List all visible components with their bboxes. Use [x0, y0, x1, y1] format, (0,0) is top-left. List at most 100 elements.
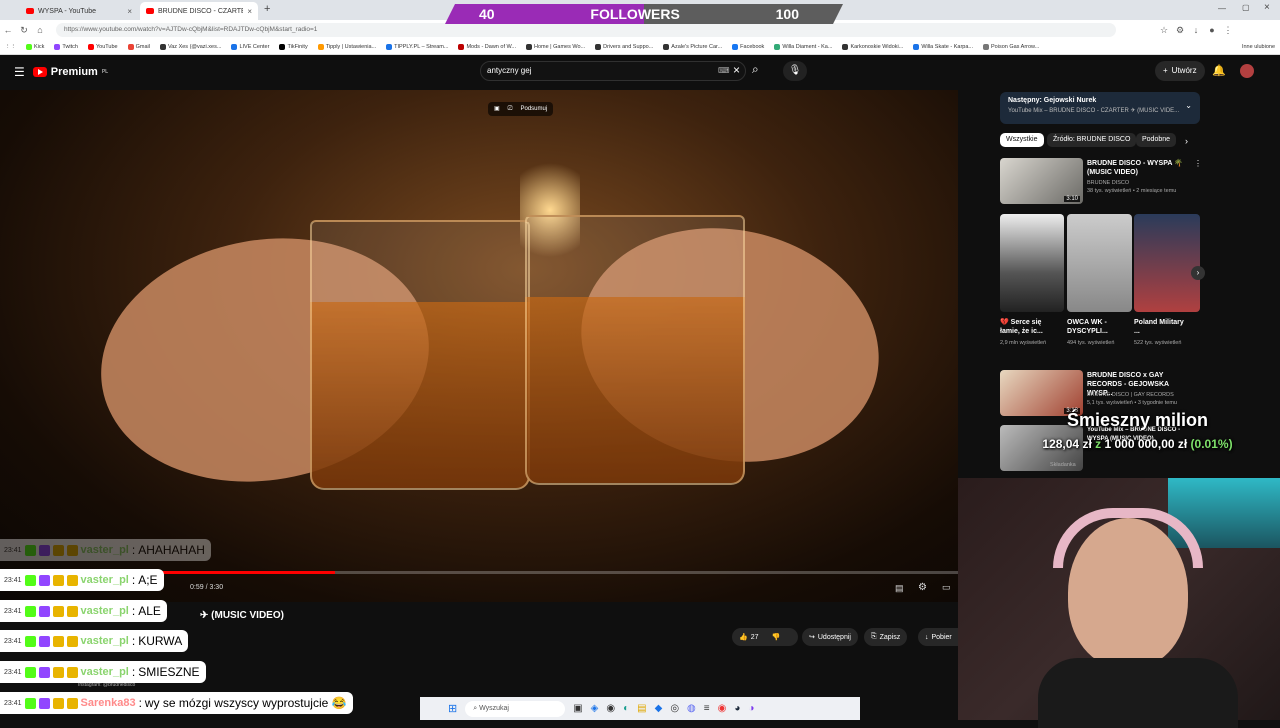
edge-icon[interactable]: ◐	[623, 703, 629, 714]
discord-icon[interactable]: ◍	[687, 703, 696, 714]
mic-icon[interactable]: 🎙	[783, 61, 807, 81]
chat-separator: :	[131, 634, 136, 648]
shorts-next-icon[interactable]: ›	[1191, 266, 1205, 280]
channel-name[interactable]: BRUDNE DISCO | GAY RECORDS	[1087, 392, 1174, 399]
bookmark-item[interactable]: Mods - Dawn of W...	[453, 44, 521, 50]
more-options-icon[interactable]: ⋮	[1194, 159, 1202, 168]
taskbar-search-input[interactable]: ⌕ Wyszukaj	[465, 700, 566, 717]
video-player[interactable]: ▣ ⎚ Podsumuj	[0, 90, 958, 602]
chat-separator: :	[131, 573, 136, 587]
chip-source[interactable]: Źródło: BRUDNE DISCO	[1047, 133, 1137, 147]
bookmark-item[interactable]: TIPPLY.PL – Stream...	[381, 44, 453, 50]
youtube-logo[interactable]: Premium PL	[32, 66, 108, 78]
like-icon[interactable]: 👍	[739, 633, 748, 641]
theater-mode-icon[interactable]: ▭	[942, 582, 951, 593]
followers-goal: 100	[775, 6, 799, 22]
summarize-button[interactable]: Podsumuj	[520, 102, 547, 116]
bookmark-item[interactable]: TikFinity	[274, 44, 312, 50]
window-minimize-icon[interactable]: —	[1218, 4, 1226, 13]
clear-search-icon[interactable]: ×	[733, 63, 740, 77]
tab-close-icon[interactable]: ×	[247, 7, 252, 16]
chevron-down-icon[interactable]: ⌄	[1185, 101, 1192, 110]
search-input[interactable]: antyczny gej	[480, 61, 746, 81]
chip-similar[interactable]: Podobne	[1136, 133, 1177, 147]
share-button[interactable]: ↪ Udostępnij	[802, 628, 858, 646]
short-thumbnail[interactable]	[1134, 214, 1200, 312]
up-next-panel[interactable]: Następny: Gejowski Nurek YouTube Mix – B…	[1000, 92, 1200, 124]
bookmark-item[interactable]: Vaz Xes (@vazi.xes...	[155, 44, 226, 50]
search-icon[interactable]: ⌕	[752, 62, 759, 77]
menu-icon[interactable]: ⋮	[1220, 25, 1236, 36]
avatar[interactable]	[1240, 64, 1254, 78]
profile-icon[interactable]: ●	[1204, 25, 1220, 35]
back-icon[interactable]: ←	[0, 25, 16, 35]
video-title[interactable]: BRUDNE DISCO - WYSPA 🌴 (MUSIC VIDEO)	[1087, 159, 1191, 177]
apps-grid-icon[interactable]: ⋮⋮	[0, 44, 21, 50]
extensions-icon[interactable]: ⚙	[1172, 25, 1188, 36]
hamburger-menu-icon[interactable]: ☰	[14, 65, 25, 79]
bookmark-item[interactable]: Willa Skate - Karpa...	[908, 44, 978, 50]
window-close-icon[interactable]: ×	[1264, 2, 1270, 13]
tab-close-icon[interactable]: ×	[127, 7, 132, 16]
short-thumbnail[interactable]	[1000, 214, 1064, 312]
app-icon[interactable]: ◉	[606, 703, 615, 714]
window-maximize-icon[interactable]: ▢	[1242, 3, 1250, 12]
miniplayer-icon[interactable]: ▣	[494, 102, 500, 116]
chip-all[interactable]: Wszystkie	[1000, 133, 1044, 147]
dislike-icon[interactable]: 👎	[772, 633, 781, 641]
short-title[interactable]: OWCA WK - DYSCYPLI...	[1067, 318, 1119, 336]
bookmark-item[interactable]: Home | Games Wo...	[521, 44, 590, 50]
bookmark-item[interactable]: Poison Gas Arrow...	[978, 44, 1044, 50]
file-explorer-icon[interactable]: ▤	[637, 703, 646, 714]
download-button[interactable]: ↓ Pobier	[918, 628, 958, 646]
bookmark-item[interactable]: YouTube	[83, 44, 123, 50]
like-dislike-group[interactable]: 👍 27 👎	[732, 628, 798, 646]
channel-name[interactable]: BRUDNE DISCO	[1087, 180, 1129, 187]
bookmark-item[interactable]: Azale's Picture Car...	[658, 44, 727, 50]
bookmark-item[interactable]: Kick	[21, 44, 49, 50]
video-thumbnail[interactable]: 3:10	[1000, 158, 1083, 204]
taskbar-search-placeholder: Wyszukaj	[479, 704, 509, 712]
download-icon[interactable]: ↓	[1188, 25, 1204, 35]
keyboard-icon[interactable]: ⌨	[718, 66, 730, 75]
app-icon[interactable]: ◎	[670, 703, 679, 714]
chat-badge-icon	[24, 666, 36, 678]
bookmark-item[interactable]: Twitch	[49, 44, 83, 50]
settings-gear-icon[interactable]: ⚙	[918, 582, 927, 593]
other-bookmarks[interactable]: Inne ulubione	[1237, 44, 1280, 50]
obs-icon[interactable]: ◑	[748, 703, 754, 714]
subtitles-icon[interactable]: ▤	[895, 583, 904, 594]
bookmark-item[interactable]: Facebook	[727, 44, 769, 50]
store-icon[interactable]: ◆	[655, 703, 663, 714]
bookmark-item[interactable]: Karkonoskie Widoki...	[837, 44, 908, 50]
bookmark-item[interactable]: LIVE Center	[226, 44, 274, 50]
start-icon[interactable]: ⊞	[448, 702, 457, 715]
bookmark-star-icon[interactable]: ☆	[1156, 25, 1172, 36]
short-title[interactable]: Poland Military ...	[1134, 318, 1184, 336]
steam-icon[interactable]: ◕	[734, 703, 740, 714]
chevron-right-icon[interactable]: ›	[1185, 136, 1188, 146]
create-button[interactable]: + Utwórz	[1155, 61, 1205, 81]
notifications-bell-icon[interactable]: 🔔	[1212, 64, 1226, 77]
bookmark-item[interactable]: Willa Diament - Ka...	[769, 44, 837, 50]
chrome-icon[interactable]: ◉	[718, 703, 727, 714]
widgets-icon[interactable]: ◈	[591, 703, 599, 714]
bookmark-item[interactable]: Drivers and Suppo...	[590, 44, 658, 50]
cast-icon[interactable]: ⎚	[508, 102, 513, 116]
task-view-icon[interactable]: ▣	[573, 703, 582, 714]
browser-tab-active[interactable]: BRUDNE DISCO - CZARTER ✈ (M ×	[140, 2, 258, 20]
short-title[interactable]: 💔 Serce się łamie, że ic...	[1000, 318, 1050, 336]
bookmark-item[interactable]: Tipply | Ustawienia...	[313, 44, 381, 50]
reload-icon[interactable]: ↻	[16, 25, 32, 36]
new-tab-button[interactable]: +	[264, 3, 270, 15]
home-icon[interactable]: ⌂	[32, 25, 48, 35]
save-button[interactable]: ⎘ Zapisz	[864, 628, 908, 646]
browser-tab[interactable]: WYSPA - YouTube ×	[20, 2, 138, 20]
chat-separator: :	[131, 665, 136, 679]
bookmark-item[interactable]: Gmail	[123, 44, 155, 50]
app-icon[interactable]: ≡	[704, 703, 710, 714]
url-input[interactable]: https://www.youtube.com/watch?v=AJTDw-cQ…	[56, 23, 1116, 37]
whisky-glass-left	[310, 220, 530, 490]
short-thumbnail[interactable]	[1067, 214, 1132, 312]
chat-message: 23:41 vaster_pl: KURWA	[0, 630, 189, 652]
